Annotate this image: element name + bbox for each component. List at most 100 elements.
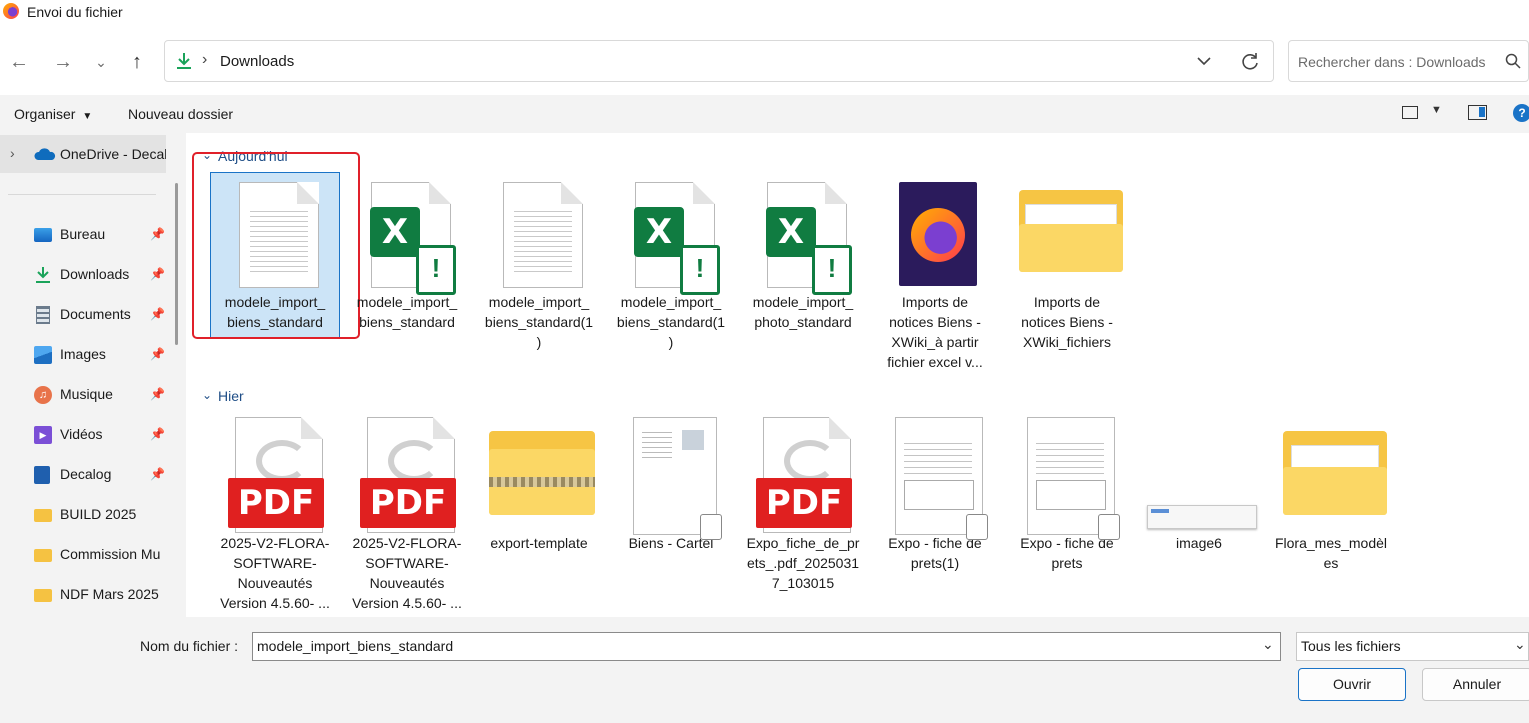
image-file-icon — [1139, 417, 1259, 529]
pdf-file-icon: PDF — [743, 417, 863, 533]
file-tile[interactable]: modele_import_ biens_standard — [211, 176, 339, 332]
search-placeholder[interactable]: Rechercher dans : Downloads — [1298, 54, 1486, 70]
folder-tile[interactable]: Flora_mes_modèl es — [1267, 417, 1395, 573]
file-name-line: biens_standard — [227, 314, 323, 330]
sidebar-item-images[interactable]: Images 📌 — [34, 344, 174, 366]
pin-icon[interactable]: 📌 — [150, 387, 165, 401]
file-tile[interactable]: image6 — [1135, 417, 1263, 553]
file-name-line: Imports de — [901, 294, 969, 310]
file-name-line: ) — [536, 334, 542, 350]
zip-folder-icon — [479, 417, 599, 529]
filename-value[interactable]: modele_import_biens_standard — [257, 638, 453, 654]
breadcrumb-chevron-icon[interactable]: › — [202, 51, 207, 69]
back-arrow-icon[interactable]: ← — [4, 47, 34, 77]
organise-menu-button[interactable]: Organiser ▼ — [14, 106, 92, 122]
pin-icon[interactable]: 📌 — [150, 267, 165, 281]
file-name-line: modele_import_ — [356, 294, 458, 310]
filename-label: Nom du fichier : — [140, 638, 239, 654]
refresh-icon[interactable] — [1238, 50, 1262, 74]
view-mode-icon[interactable] — [1402, 106, 1418, 119]
file-tile[interactable]: Expo - fiche de prets(1) — [871, 417, 999, 573]
file-tile[interactable]: Biens - Cartel — [607, 417, 735, 553]
sidebar-item-build-2025[interactable]: BUILD 2025 — [34, 504, 174, 526]
pin-icon[interactable]: 📌 — [150, 347, 165, 361]
file-tile[interactable]: X! modele_import_ biens_standard — [343, 176, 471, 332]
file-name-line: biens_standard(1 — [484, 314, 594, 330]
sidebar-item-decalog[interactable]: Decalog 📌 — [34, 464, 174, 486]
cancel-button[interactable]: Annuler — [1422, 668, 1529, 701]
address-dropdown-icon[interactable] — [1192, 51, 1216, 71]
sidebar-item-downloads[interactable]: Downloads 📌 — [34, 264, 174, 286]
file-name-line: Version 4.5.60- ... — [352, 595, 462, 611]
filetype-value[interactable]: Tous les fichiers — [1301, 638, 1401, 654]
file-tile[interactable]: PDF 2025-V2-FLORA- SOFTWARE- Nouveautés Ver… — [343, 417, 471, 613]
pdf-file-icon: PDF — [347, 417, 467, 533]
preview-pane-icon[interactable] — [1468, 105, 1487, 120]
sidebar-item-videos[interactable]: ▶ Vidéos 📌 — [34, 424, 174, 446]
group-header-yesterday[interactable]: Hier — [218, 388, 244, 404]
pin-icon[interactable]: 📌 — [150, 227, 165, 241]
folder-icon — [1271, 417, 1391, 529]
address-bar[interactable] — [164, 40, 1274, 82]
file-name-line: modele_import_ — [224, 294, 326, 310]
pin-icon[interactable]: 📌 — [150, 307, 165, 321]
file-tile[interactable]: PDF Expo_fiche_de_pr ets_.pdf_2025031 7_10… — [739, 417, 867, 593]
open-button[interactable]: Ouvrir — [1298, 668, 1406, 701]
document-thumbnail-icon — [1007, 417, 1127, 540]
view-dropdown-icon[interactable]: ▼ — [1431, 104, 1442, 116]
file-tile[interactable]: X! modele_import_ biens_standard(1) — [607, 176, 735, 352]
expand-chevron-icon[interactable]: › — [10, 145, 15, 161]
file-tile[interactable]: PDF 2025-V2-FLORA- SOFTWARE- Nouveautés Ver… — [211, 417, 339, 613]
pdf-file-icon: PDF — [215, 417, 335, 533]
images-icon — [34, 346, 52, 364]
file-tile[interactable]: Imports de notices Biens - XWiki_à partir f… — [871, 176, 999, 372]
new-folder-button[interactable]: Nouveau dossier — [128, 106, 233, 122]
pin-icon[interactable]: 📌 — [150, 427, 165, 441]
sidebar-item-commission[interactable]: Commission Mu — [34, 544, 174, 566]
zip-tile[interactable]: export-template — [475, 417, 603, 553]
sidebar-item-label: BUILD 2025 — [60, 506, 137, 522]
file-name-line: fichier excel v... — [887, 354, 983, 370]
building-icon — [34, 466, 50, 484]
download-icon — [177, 53, 191, 69]
firefox-html-file-icon — [875, 176, 995, 288]
sidebar-item-label: Commission Mu — [60, 546, 161, 562]
firefox-logo-icon — [3, 3, 19, 19]
file-name-line: image6 — [1176, 535, 1222, 551]
filename-dropdown-icon[interactable]: ⌄ — [1262, 636, 1274, 653]
caret-down-icon: ▼ — [82, 111, 93, 122]
sidebar-item-label[interactable]: OneDrive - Decalog — [60, 146, 166, 162]
file-tile[interactable]: X! modele_import_ photo_standard — [739, 176, 867, 332]
excel-warning-file-icon: X! — [347, 176, 467, 295]
forward-arrow-icon[interactable]: → — [48, 47, 78, 77]
recent-locations-chevron-icon[interactable]: ⌄ — [86, 47, 116, 77]
file-tile[interactable]: Expo - fiche de prets — [1003, 417, 1131, 573]
folder-tile[interactable]: Imports de notices Biens - XWiki_fichiers — [1003, 176, 1131, 352]
file-name-line: Flora_mes_modèl — [1274, 535, 1388, 551]
sidebar-item-musique[interactable]: ♫ Musique 📌 — [34, 384, 174, 406]
sidebar-item-ndf-mars-2025[interactable]: NDF Mars 2025 — [34, 584, 174, 606]
sidebar-scrollbar[interactable] — [175, 183, 178, 345]
up-arrow-icon[interactable]: ↑ — [122, 47, 152, 77]
breadcrumb-downloads[interactable]: Downloads — [220, 53, 294, 70]
help-icon[interactable]: ? — [1513, 104, 1529, 122]
file-name-line: Imports de — [1033, 294, 1101, 310]
folder-icon — [1007, 176, 1127, 288]
file-name-line: modele_import_ — [620, 294, 722, 310]
file-name-line: ets_.pdf_2025031 — [746, 555, 860, 571]
file-name-line: 2025-V2-FLORA- — [220, 535, 330, 551]
pin-icon[interactable]: 📌 — [150, 467, 165, 481]
file-name-line: ) — [668, 334, 674, 350]
group-collapse-chevron-icon[interactable]: ⌄ — [202, 388, 212, 402]
download-icon — [36, 267, 50, 283]
file-name-line: XWiki_fichiers — [1023, 334, 1111, 350]
excel-warning-file-icon: X! — [611, 176, 731, 295]
organise-label: Organiser — [14, 106, 76, 122]
sidebar-item-bureau[interactable]: Bureau 📌 — [34, 224, 174, 246]
sidebar-item-label: NDF Mars 2025 — [60, 586, 159, 602]
search-icon[interactable] — [1505, 53, 1521, 69]
text-document-icon — [215, 176, 335, 288]
filetype-dropdown-icon[interactable]: ⌄ — [1514, 636, 1526, 653]
sidebar-item-documents[interactable]: Documents 📌 — [34, 304, 174, 326]
file-tile[interactable]: modele_import_ biens_standard(1) — [475, 176, 603, 352]
